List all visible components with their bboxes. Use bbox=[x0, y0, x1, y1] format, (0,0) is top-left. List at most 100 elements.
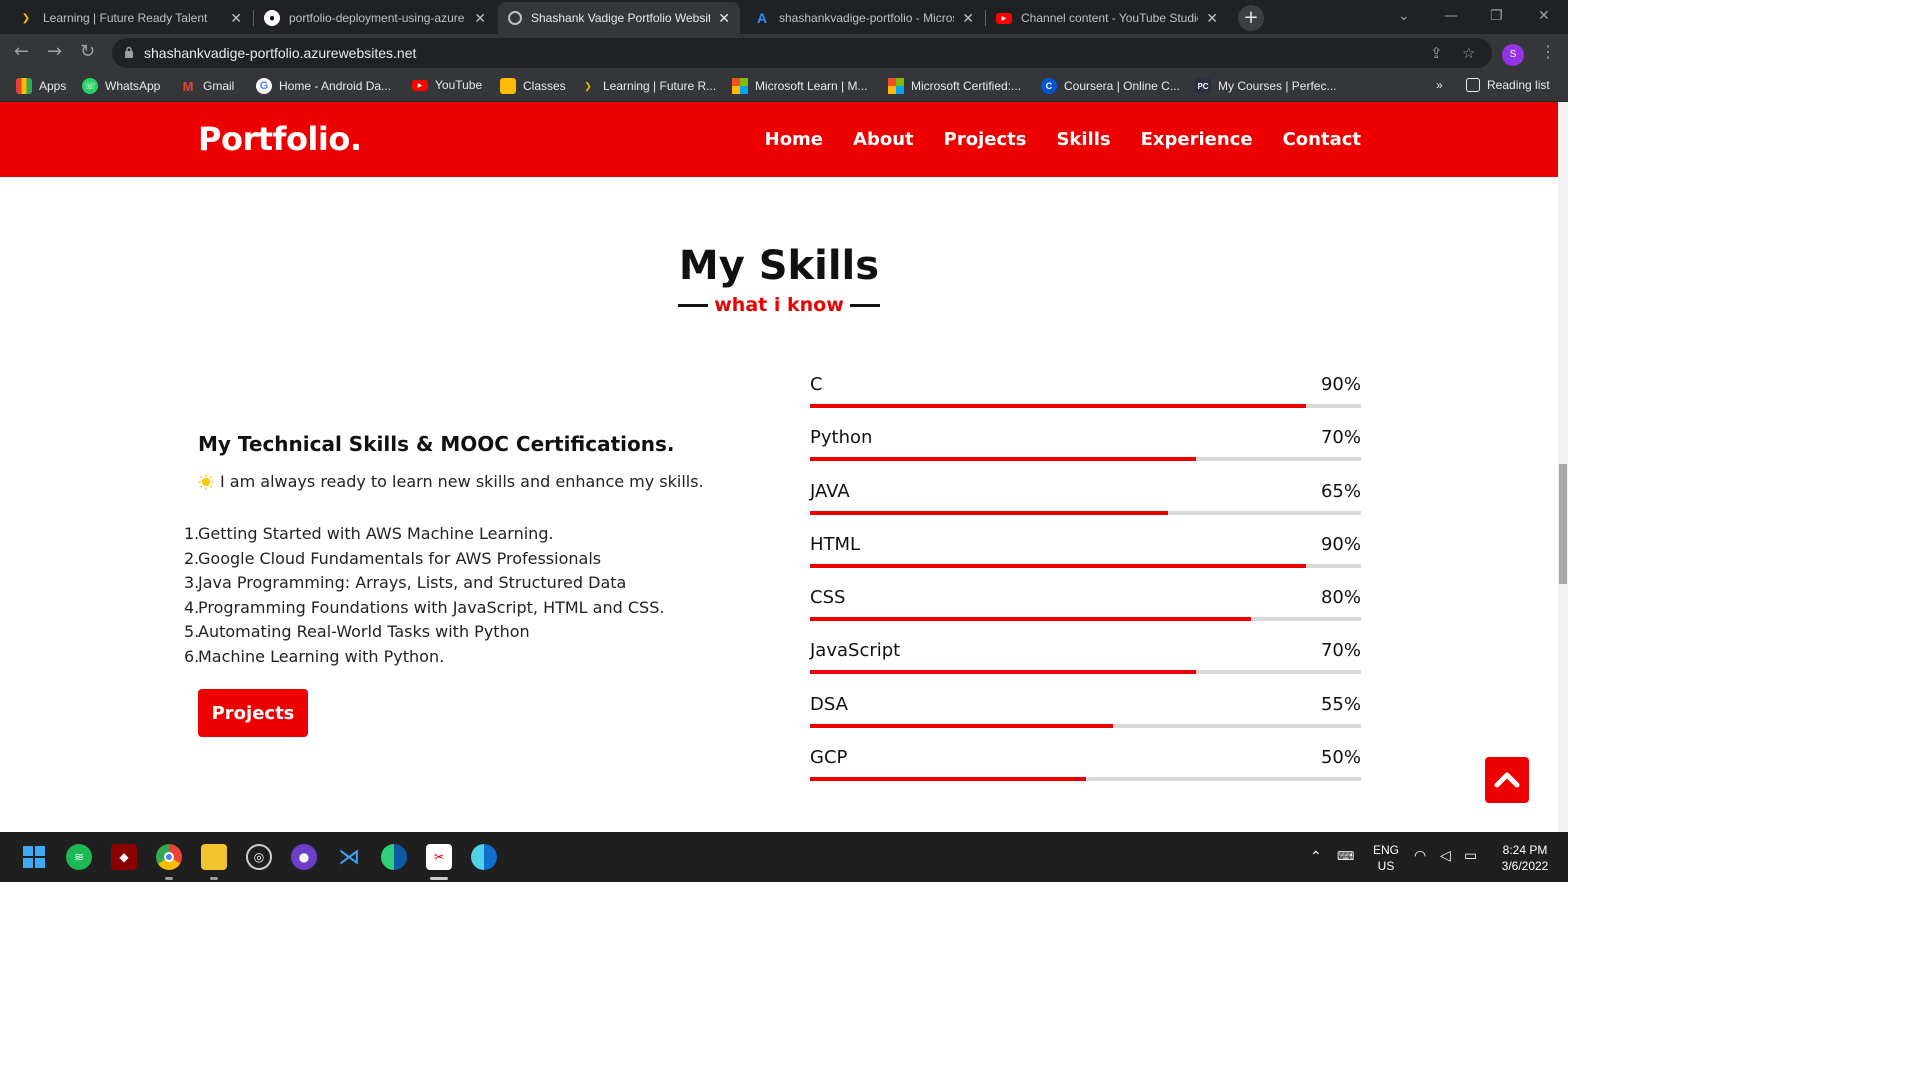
bookmark-learning[interactable]: ❯ Learning | Future R... bbox=[580, 78, 716, 94]
nav-projects[interactable]: Projects bbox=[944, 129, 1027, 150]
brand-logo[interactable]: Portfolio. bbox=[198, 120, 362, 158]
chevron-up-icon bbox=[1494, 772, 1520, 788]
profile-avatar[interactable]: S bbox=[1502, 44, 1524, 66]
running-indicator bbox=[210, 877, 218, 880]
menu-kebab-icon[interactable]: ⋮ bbox=[1540, 42, 1556, 61]
bookmark-ms-certified[interactable]: Microsoft Certified:... bbox=[888, 78, 1021, 94]
skill-css: CSS 80% bbox=[810, 587, 1361, 640]
close-icon[interactable]: ✕ bbox=[474, 10, 486, 27]
youtube-icon: ▶ bbox=[412, 79, 428, 91]
minimize-icon[interactable]: — bbox=[1444, 8, 1458, 24]
reload-icon[interactable]: ↻ bbox=[80, 42, 95, 62]
tab-title: Shashank Vadige Portfolio Website bbox=[531, 11, 711, 25]
nav-contact[interactable]: Contact bbox=[1283, 129, 1361, 150]
spotify-icon[interactable]: ≋ bbox=[66, 844, 92, 870]
wifi-icon[interactable]: ◠ bbox=[1414, 847, 1426, 864]
nav-about[interactable]: About bbox=[853, 129, 914, 150]
share-icon[interactable]: ⇪ bbox=[1430, 44, 1443, 62]
bookmark-coursera[interactable]: C Coursera | Online C... bbox=[1041, 78, 1180, 94]
skills-intro: My Technical Skills & MOOC Certification… bbox=[198, 432, 758, 491]
bookmark-my-courses[interactable]: PC My Courses | Perfec... bbox=[1195, 78, 1336, 94]
list-item: 1.Getting Started with AWS Machine Learn… bbox=[184, 524, 554, 543]
battery-icon[interactable]: ▭ bbox=[1464, 847, 1477, 864]
bookmark-label: Gmail bbox=[203, 79, 235, 93]
tab-search-icon[interactable]: ⌄ bbox=[1398, 8, 1410, 24]
gmail-icon: M bbox=[182, 78, 194, 94]
reading-list[interactable]: Reading list bbox=[1466, 78, 1550, 92]
bookmark-label: Microsoft Certified:... bbox=[911, 79, 1022, 93]
globe-icon bbox=[508, 11, 522, 25]
scroll-to-top-button[interactable] bbox=[1485, 757, 1529, 803]
clock[interactable]: 8:24 PM 3/6/2022 bbox=[1492, 842, 1558, 874]
chevron-yellow-icon: ❯ bbox=[21, 12, 31, 24]
skill-percent: 90% bbox=[1320, 533, 1361, 555]
projects-button[interactable]: Projects bbox=[198, 689, 308, 737]
close-icon[interactable]: ✕ bbox=[962, 10, 974, 27]
bookmark-android[interactable]: G Home - Android Da... bbox=[256, 78, 391, 94]
skill-python: Python 70% bbox=[810, 427, 1361, 480]
restore-icon[interactable]: ❐ bbox=[1490, 8, 1503, 24]
nav-experience[interactable]: Experience bbox=[1141, 129, 1253, 150]
bookmark-classes[interactable]: Classes bbox=[500, 78, 566, 94]
clock-date: 3/6/2022 bbox=[1501, 859, 1549, 873]
tab-youtube-studio[interactable]: ▶ Channel content - YouTube Studio ✕ bbox=[986, 2, 1228, 34]
list-item: 2.Google Cloud Fundamentals for AWS Prof… bbox=[184, 548, 602, 568]
file-explorer-icon[interactable] bbox=[201, 844, 227, 870]
skill-name: C bbox=[810, 374, 823, 395]
skill-track bbox=[810, 510, 1361, 515]
bookmark-whatsapp[interactable]: ☏ WhatsApp bbox=[82, 78, 160, 94]
close-icon[interactable]: ✕ bbox=[230, 10, 242, 27]
skill-fill bbox=[810, 777, 1086, 782]
tab-strip: ❯ Learning | Future Ready Talent ✕ ● por… bbox=[0, 0, 1568, 34]
cert-text: Automating Real-World Tasks with Python bbox=[198, 622, 530, 641]
bookmark-star-icon[interactable]: ☆ bbox=[1462, 44, 1475, 62]
nav-skills[interactable]: Skills bbox=[1056, 129, 1110, 150]
close-icon[interactable]: ✕ bbox=[1206, 10, 1218, 27]
bookmarks-overflow[interactable]: » bbox=[1436, 78, 1443, 92]
running-indicator bbox=[165, 877, 173, 880]
obs-icon[interactable]: ◎ bbox=[246, 844, 272, 870]
skill-fill bbox=[810, 404, 1306, 408]
bookmark-gmail[interactable]: M Gmail bbox=[180, 78, 235, 94]
nav-home[interactable]: Home bbox=[765, 129, 823, 150]
tab-azure[interactable]: A shashankvadige-portfolio - Microsoft A… bbox=[744, 2, 984, 34]
bookmark-label: Apps bbox=[39, 79, 67, 93]
cert-text: Google Cloud Fundamentals for AWS Profes… bbox=[198, 548, 602, 568]
scrollbar-thumb[interactable] bbox=[1559, 464, 1567, 584]
bookmark-label: Microsoft Learn | M... bbox=[755, 79, 868, 93]
github-icon: ● bbox=[264, 10, 280, 26]
tab-learning[interactable]: ❯ Learning | Future Ready Talent ✕ bbox=[8, 2, 252, 34]
app-icon[interactable]: ◆ bbox=[111, 844, 137, 870]
close-window-icon[interactable]: ✕ bbox=[1538, 8, 1550, 24]
address-bar[interactable]: shashankvadige-portfolio.azurewebsites.n… bbox=[112, 38, 1492, 68]
skill-percent: 65% bbox=[1320, 480, 1361, 502]
edge-icon[interactable] bbox=[381, 844, 407, 870]
close-icon[interactable]: ✕ bbox=[718, 10, 730, 27]
tab-portfolio[interactable]: Shashank Vadige Portfolio Website ✕ bbox=[498, 2, 740, 34]
bookmark-apps[interactable]: Apps bbox=[16, 78, 66, 94]
microsoft-icon bbox=[732, 78, 748, 94]
tab-title: Channel content - YouTube Studio bbox=[1021, 11, 1199, 25]
clock-time: 8:24 PM bbox=[1502, 843, 1548, 857]
new-tab-button[interactable]: + bbox=[1238, 5, 1264, 31]
edge-dev-icon[interactable] bbox=[471, 844, 497, 870]
forward-icon[interactable]: → bbox=[47, 42, 62, 62]
back-icon[interactable]: ← bbox=[14, 42, 29, 62]
tab-github[interactable]: ● portfolio-deployment-using-azure ✕ bbox=[254, 2, 496, 34]
windows-start-icon[interactable] bbox=[21, 844, 47, 870]
volume-icon[interactable]: ◁ bbox=[1440, 847, 1451, 864]
bookmark-ms-learn[interactable]: Microsoft Learn | M... bbox=[732, 78, 867, 94]
vscode-icon[interactable]: ⋊ bbox=[336, 844, 362, 870]
google-icon: G bbox=[256, 78, 272, 94]
language-indicator[interactable]: ENG US bbox=[1370, 842, 1402, 874]
github-desktop-icon[interactable]: ● bbox=[291, 844, 317, 870]
certification-list: 1.Getting Started with AWS Machine Learn… bbox=[184, 522, 665, 669]
browser-toolbar: ← → ↻ shashankvadige-portfolio.azurewebs… bbox=[0, 34, 1568, 72]
list-item: 4.Programming Foundations with JavaScrip… bbox=[184, 597, 665, 617]
chevron-up-icon[interactable]: ⌃ bbox=[1310, 848, 1322, 865]
main-nav: Home About Projects Skills Experience Co… bbox=[765, 129, 1361, 150]
chrome-icon[interactable] bbox=[156, 844, 182, 870]
bookmark-youtube[interactable]: ▶ YouTube bbox=[412, 78, 482, 92]
keyboard-icon[interactable]: ⌨ bbox=[1337, 849, 1354, 863]
snipping-tool-icon[interactable]: ✂ bbox=[426, 844, 452, 870]
